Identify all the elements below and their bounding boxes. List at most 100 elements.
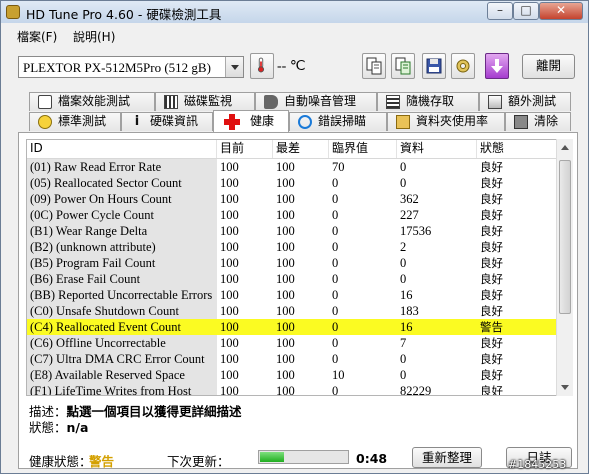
table-row[interactable]: (B5) Program Fail Count 100 100 0 0 良好 <box>27 255 558 271</box>
tab-file-benchmark[interactable]: 檔案效能測試 <box>29 92 155 111</box>
cell-id: (BB) Reported Uncorrectable Errors <box>27 287 217 303</box>
cell-current: 100 <box>220 384 239 396</box>
copy-info-button[interactable] <box>362 53 386 79</box>
tab-health[interactable]: 健康 <box>213 110 289 132</box>
header-worst[interactable]: 最差 <box>273 140 329 158</box>
status-label: 狀態： <box>29 420 67 435</box>
arrow-down-icon <box>491 59 503 73</box>
cell-id: (C7) Ultra DMA CRC Error Count <box>27 351 217 367</box>
cell-worst: 100 <box>276 224 295 238</box>
cell-data: 7 <box>400 336 407 350</box>
cell-worst: 100 <box>276 320 295 334</box>
tab-info[interactable]: i 硬碟資訊 <box>121 112 213 131</box>
table-row[interactable]: (C0) Unsafe Shutdown Count 100 100 0 183 良好 <box>27 303 558 319</box>
copy-green-icon <box>395 57 411 75</box>
maximize-button[interactable]: □ <box>513 2 539 20</box>
cell-id: (E8) Available Reserved Space <box>27 367 217 383</box>
temperature-button[interactable] <box>250 53 274 79</box>
table-row[interactable]: (F1) LifeTime Writes from Host 100 100 0 822… <box>27 383 558 396</box>
cell-data: 0 <box>400 256 407 270</box>
cell-data: 16 <box>400 320 413 334</box>
menu-file[interactable]: 檔案(F) <box>17 28 57 45</box>
table-row[interactable]: (C6) Offline Uncorrectable 100 100 0 7 良好 <box>27 335 558 351</box>
random-access-icon <box>386 95 400 109</box>
table-row[interactable]: (B2) (unknown attribute) 100 100 0 2 良好 <box>27 239 558 255</box>
table-row[interactable]: (B1) Wear Range Delta 100 100 0 17536 良好 <box>27 223 558 239</box>
header-current[interactable]: 目前 <box>217 140 273 158</box>
title-bar[interactable]: HD Tune Pro 4.60 - 硬碟檢測工具 – □ ✕ <box>1 1 588 23</box>
cell-current: 100 <box>220 368 239 382</box>
cell-worst: 100 <box>276 368 295 382</box>
cell-current: 100 <box>220 336 239 350</box>
cell-worst: 100 <box>276 160 295 174</box>
tab-extra-tests[interactable]: 額外測試 <box>479 92 571 111</box>
cell-id: (C4) Reallocated Event Count <box>30 320 182 334</box>
speaker-icon <box>264 95 278 109</box>
options-button[interactable] <box>451 53 475 79</box>
cell-status: 良好 <box>480 304 503 318</box>
copy-all-button[interactable] <box>391 53 415 79</box>
health-status-label: 健康狀態： <box>29 454 92 469</box>
tab-aam[interactable]: 自動噪音管理 <box>255 92 377 111</box>
table-scrollbar[interactable] <box>556 139 573 396</box>
header-id[interactable]: ID <box>27 140 217 158</box>
cell-threshold: 0 <box>332 208 339 222</box>
tab-erase[interactable]: 清除 <box>505 112 571 131</box>
menu-help[interactable]: 說明(H) <box>73 28 115 45</box>
table-row[interactable]: (C7) Ultra DMA CRC Error Count 100 100 0 0 良好 <box>27 351 558 367</box>
table-row[interactable]: (0C) Power Cycle Count 100 100 0 227 良好 <box>27 207 558 223</box>
disk-monitor-icon <box>164 95 178 109</box>
save-button[interactable] <box>422 53 446 79</box>
cell-status: 良好 <box>480 224 503 238</box>
header-data[interactable]: 資料 <box>397 140 477 158</box>
cell-id: (05) Reallocated Sector Count <box>27 175 217 191</box>
header-status[interactable]: 狀態 <box>477 140 558 158</box>
tab-error-scan[interactable]: 錯誤掃瞄 <box>289 112 387 131</box>
tab-random-access[interactable]: 隨機存取 <box>377 92 479 111</box>
scrollbar-thumb[interactable] <box>559 160 571 314</box>
description-value: 點選一個項目以獲得更詳細描述 <box>66 404 242 419</box>
floppy-disk-icon <box>426 58 442 74</box>
cell-threshold: 0 <box>332 272 339 286</box>
cell-threshold: 0 <box>332 240 339 254</box>
table-row[interactable]: (05) Reallocated Sector Count 100 100 0 0 良好 <box>27 175 558 191</box>
cell-threshold: 0 <box>332 192 339 206</box>
cell-id: (B5) Program Fail Count <box>27 255 217 271</box>
cell-current: 100 <box>220 304 239 318</box>
table-row[interactable]: (E8) Available Reserved Space 100 100 10 0 良好 <box>27 367 558 383</box>
scroll-up-arrow-icon[interactable] <box>561 145 569 150</box>
refresh-button[interactable]: 重新整理 <box>412 447 482 468</box>
drive-select[interactable]: PLEXTOR PX-512M5Pro (512 gB) <box>18 56 244 78</box>
app-window: HD Tune Pro 4.60 - 硬碟檢測工具 – □ ✕ 檔案(F) 說明… <box>0 0 589 474</box>
extra-tests-icon <box>488 95 502 109</box>
next-update-label: 下次更新： <box>167 454 230 469</box>
cell-status: 良好 <box>480 208 503 222</box>
header-threshold[interactable]: 臨界值 <box>329 140 397 158</box>
cell-status: 良好 <box>480 272 503 286</box>
cell-worst: 100 <box>276 304 295 318</box>
chevron-down-icon[interactable] <box>225 57 243 77</box>
scroll-down-arrow-icon[interactable] <box>561 385 569 390</box>
table-row[interactable]: (09) Power On Hours Count 100 100 0 362 良好 <box>27 191 558 207</box>
screenshot-button[interactable] <box>485 53 509 79</box>
cell-status: 良好 <box>480 256 503 270</box>
cell-status: 良好 <box>480 192 503 206</box>
close-button[interactable]: ✕ <box>539 2 583 20</box>
cell-current: 100 <box>220 176 239 190</box>
table-row[interactable]: (01) Raw Read Error Rate 100 100 70 0 良好 <box>27 159 558 175</box>
tab-benchmark[interactable]: 標準測試 <box>29 112 121 131</box>
smart-attribute-table[interactable]: ID 目前 最差 臨界值 資料 狀態 (01) Raw Read Error R… <box>26 139 559 396</box>
table-row[interactable]: (B6) Erase Fail Count 100 100 0 0 良好 <box>27 271 558 287</box>
tab-folder-usage[interactable]: 資料夾使用率 <box>387 112 505 131</box>
table-row[interactable]: (C4) Reallocated Event Count 100 100 0 16 警告 <box>27 319 558 335</box>
tab-disk-monitor[interactable]: 磁碟監視 <box>155 92 255 111</box>
cell-id: (B6) Erase Fail Count <box>27 271 217 287</box>
exit-button[interactable]: 離開 <box>522 54 575 79</box>
cell-id: (C6) Offline Uncorrectable <box>27 335 217 351</box>
error-scan-icon <box>298 115 312 129</box>
cell-current: 100 <box>220 192 239 206</box>
cell-current: 100 <box>220 352 239 366</box>
cell-worst: 100 <box>276 240 295 254</box>
minimize-button[interactable]: – <box>487 2 513 20</box>
table-row[interactable]: (BB) Reported Uncorrectable Errors 100 100… <box>27 287 558 303</box>
